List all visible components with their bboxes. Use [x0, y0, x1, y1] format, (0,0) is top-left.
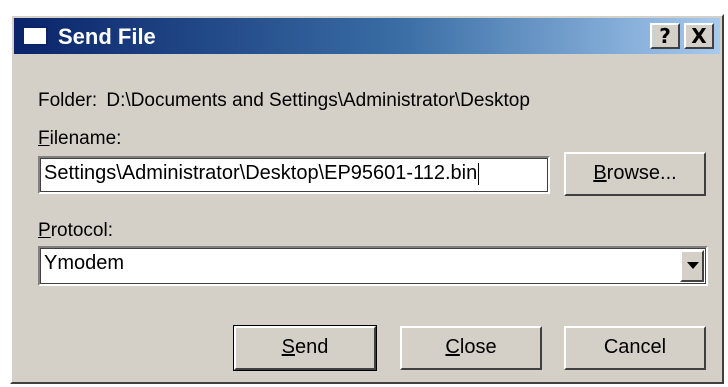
window-icon [22, 26, 48, 46]
filename-label-accel: F [38, 128, 50, 149]
folder-label: Folder: [38, 90, 98, 111]
browse-label-rest: rowse... [606, 162, 677, 184]
protocol-label-accel: P [38, 220, 51, 241]
cancel-button[interactable]: Cancel [564, 326, 706, 370]
send-accel: S [281, 336, 295, 358]
filename-label-rest: ilename: [49, 128, 122, 149]
chevron-down-icon [687, 262, 699, 269]
protocol-dropdown[interactable]: Ymodem [38, 246, 708, 286]
text-caret [478, 162, 480, 185]
close-label-rest: lose [459, 336, 497, 358]
title-bar[interactable]: Send File ? X [14, 18, 720, 54]
protocol-label-rest: rotocol: [50, 220, 113, 241]
browse-button[interactable]: Browse... [564, 152, 706, 196]
browse-accel: B [593, 162, 607, 184]
protocol-label: Protocol: [38, 220, 113, 242]
close-button[interactable]: Close [400, 326, 542, 370]
send-button[interactable]: Send [233, 325, 377, 371]
send-file-dialog: Send File ? X Folder: D:\Documents and S… [10, 14, 724, 384]
protocol-selected: Ymodem [44, 252, 125, 274]
filename-label: Filename: [38, 128, 121, 150]
close-accel: C [445, 336, 460, 358]
folder-path: D:\Documents and Settings\Administrator\… [106, 90, 530, 111]
filename-input-value: Settings\Administrator\Desktop\EP95601-1… [44, 162, 478, 184]
folder-row: Folder: D:\Documents and Settings\Admini… [38, 90, 530, 112]
help-button[interactable]: ? [650, 23, 680, 49]
send-label-rest: end [294, 336, 329, 358]
filename-input[interactable]: Settings\Administrator\Desktop\EP95601-1… [38, 156, 550, 194]
close-window-button[interactable]: X [684, 23, 714, 49]
window-title: Send File [58, 24, 156, 49]
dropdown-button[interactable] [680, 250, 704, 282]
